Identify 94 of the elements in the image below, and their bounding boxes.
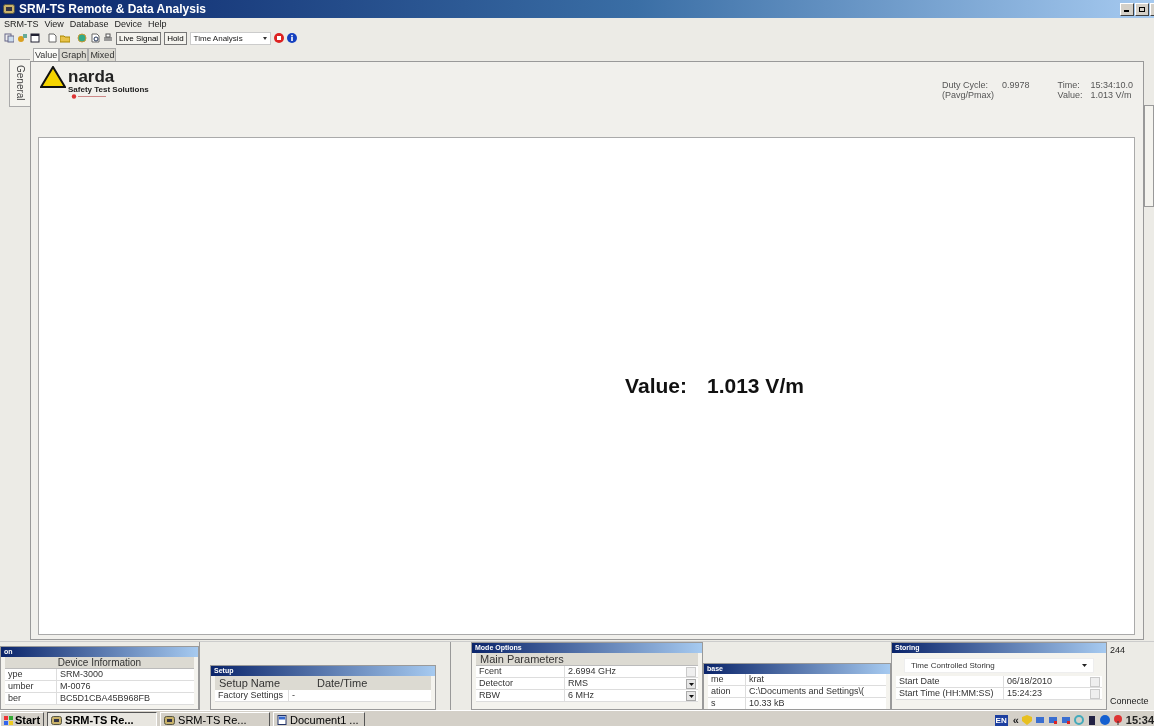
app-icon: [51, 715, 63, 725]
menu-item[interactable]: SRM-TS: [4, 18, 39, 31]
table-cell-text: Start Date: [898, 676, 941, 687]
taskbar-item[interactable]: Document1 ...: [273, 712, 366, 726]
taskbar-item[interactable]: SRM-TS Re...: [160, 712, 271, 726]
tab[interactable]: Graph: [59, 48, 89, 61]
table-cell-text: ation: [710, 686, 732, 697]
tab[interactable]: Mixed: [88, 48, 117, 61]
table-cell: BC5D1CBA45B968FB: [56, 693, 194, 704]
table-cell-text: me: [710, 674, 725, 685]
app-icon: [164, 715, 176, 725]
table-cell-text: Start Time (HH:MM:SS): [898, 688, 995, 699]
start-button[interactable]: Start: [0, 712, 45, 726]
copy-icon[interactable]: [4, 33, 14, 43]
table-cell-text: Fcent: [478, 666, 503, 677]
language-indicator[interactable]: EN: [994, 714, 1008, 726]
table-cell: 2.6994 GHz: [564, 666, 684, 677]
side-tab[interactable]: General: [9, 59, 30, 107]
table-cell-text: ber: [7, 693, 22, 704]
menu-item[interactable]: Help: [147, 18, 167, 31]
clock: 15:34: [1125, 714, 1154, 726]
logo-tagline: Safety Test Solutions: [68, 85, 149, 94]
document-icon: [277, 715, 288, 725]
table-cell: 15:24:23: [1003, 688, 1088, 699]
table-cell-text: umber: [7, 681, 35, 692]
table-header: Device Information: [5, 657, 194, 669]
readout-text: 0.9978: [1002, 80, 1030, 90]
network-icon[interactable]: [1047, 715, 1058, 725]
table-cell-text: RBW: [478, 690, 501, 701]
pin-icon[interactable]: [1112, 715, 1123, 725]
menu-item[interactable]: View: [44, 18, 64, 31]
dropdown-arrow-icon: [262, 36, 267, 40]
table-cell: krat: [745, 674, 886, 685]
connection-status: Connecte: [1110, 696, 1150, 706]
dropdown-arrow-icon: [688, 682, 694, 686]
side-tab[interactable]: [1144, 105, 1154, 207]
printer-icon[interactable]: [103, 33, 113, 43]
value-label: Value:: [625, 374, 687, 398]
status-count: 244: [1110, 645, 1127, 655]
windows-flag-icon: [4, 715, 13, 725]
table-cell: M-0076: [56, 681, 194, 692]
folder-icon[interactable]: [60, 33, 70, 43]
window-title: SRM-TS Remote & Data Analysis: [19, 2, 207, 16]
mode-dropdown[interactable]: Time Analysis: [189, 31, 271, 45]
column-header: Date/Time: [316, 676, 368, 690]
table-cell: RMS: [564, 678, 684, 689]
restore-icon: [1138, 5, 1146, 13]
readout-text: Duty Cycle:: [942, 80, 990, 90]
readout-text: Value:: [1057, 90, 1083, 100]
close-button[interactable]: [1150, 2, 1154, 16]
tab[interactable]: Value: [33, 48, 60, 61]
menu-item[interactable]: Device: [114, 18, 142, 31]
readout-text: 1.013 V/m: [1090, 90, 1133, 100]
table-cell-text: Factory Settings: [217, 690, 285, 701]
table-cell-text: ype: [7, 669, 24, 680]
table-cell: 10.33 kB: [745, 698, 886, 709]
dropdown-value: Time Controlled Storing: [911, 661, 995, 670]
menu-item[interactable]: Database: [69, 18, 109, 31]
table-cell-text: Detector: [478, 678, 514, 689]
table-header: Main Parameters: [476, 653, 698, 666]
dropdown-button[interactable]: [686, 691, 696, 701]
dropdown-arrow-icon: [1082, 664, 1087, 667]
table-cell: -: [288, 690, 431, 701]
minimize-button[interactable]: [1120, 2, 1134, 16]
logo-name: narda: [68, 69, 116, 85]
table-cell-text: s: [710, 698, 717, 709]
stop-icon[interactable]: [273, 33, 284, 43]
info-icon[interactable]: [286, 33, 297, 43]
table-cell: SRM-3000: [56, 669, 194, 680]
network-icon[interactable]: [1060, 715, 1071, 725]
readout-text: Time:: [1057, 80, 1081, 90]
value-reading: 1.013 V/m: [707, 374, 804, 398]
tray-expand-button[interactable]: «: [1012, 714, 1019, 726]
readout-text: 15:34:10.0: [1090, 80, 1133, 90]
restore-button[interactable]: [1135, 2, 1149, 16]
table-cell: 06/18/2010: [1003, 676, 1088, 687]
toolbar-button[interactable]: Hold: [164, 31, 187, 45]
storing-mode-dropdown[interactable]: Time Controlled Storing: [904, 658, 1094, 673]
dropdown-value: Time Analysis: [193, 33, 243, 43]
table-cell: C:\Documents and Settings\(: [745, 686, 886, 697]
network-icon[interactable]: [1034, 715, 1045, 725]
preview-icon[interactable]: [90, 33, 100, 43]
globe-icon[interactable]: [77, 33, 87, 43]
column-header: Setup Name: [218, 676, 282, 690]
table-cell: 6 MHz: [564, 690, 684, 701]
readout-text: (Pavg/Pmax): [942, 90, 995, 100]
page-icon[interactable]: [47, 33, 57, 43]
taskbar-item[interactable]: SRM-TS Re...: [47, 712, 158, 726]
warning-triangle-icon: [40, 66, 66, 88]
toolbar-button[interactable]: Live Signal: [116, 31, 162, 45]
dropdown-arrow-icon: [688, 694, 694, 698]
dropdown-button[interactable]: [686, 679, 696, 689]
app-icon: [3, 4, 15, 14]
window-icon[interactable]: [30, 33, 40, 43]
